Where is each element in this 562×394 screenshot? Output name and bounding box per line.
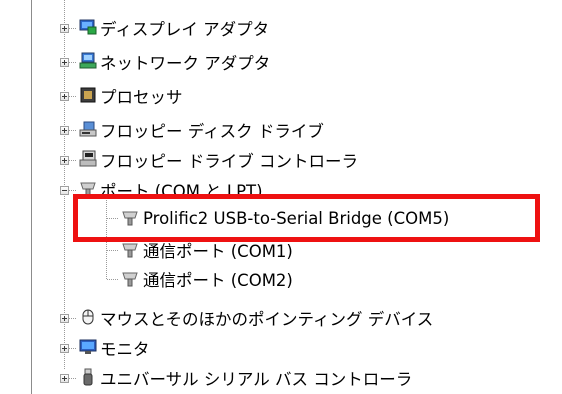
tree-connector xyxy=(69,130,77,131)
tree-connector xyxy=(69,190,77,191)
tree-connector xyxy=(69,96,77,97)
tree-connector xyxy=(69,160,77,161)
tree-item-label[interactable]: フロッピー ディスク ドライブ xyxy=(100,118,324,142)
expand-toggle[interactable] xyxy=(60,156,69,165)
tree-connector xyxy=(69,28,77,29)
expand-toggle[interactable] xyxy=(60,344,69,353)
floppy-disk-drive-icon xyxy=(79,120,97,138)
collapse-toggle[interactable] xyxy=(60,186,69,195)
expand-toggle[interactable] xyxy=(60,92,69,101)
floppy-controller-icon xyxy=(79,150,97,168)
tree-item-label[interactable]: ユニバーサル シリアル バス コントローラ xyxy=(100,366,412,390)
expand-toggle[interactable] xyxy=(60,374,69,383)
tree-connector xyxy=(69,348,77,349)
display-adapter-icon xyxy=(79,18,97,36)
expand-toggle[interactable] xyxy=(60,58,69,67)
tree-item-label[interactable]: マウスとそのほかのポインティング デバイス xyxy=(100,306,433,330)
mouse-icon xyxy=(79,308,97,326)
processor-icon xyxy=(79,86,97,104)
tree-item-label[interactable]: モニタ xyxy=(100,336,150,360)
network-adapter-icon xyxy=(79,52,97,70)
expand-toggle[interactable] xyxy=(60,314,69,323)
tree-item-label[interactable]: ネットワーク アダプタ xyxy=(100,50,270,74)
tree-item-label[interactable]: 通信ポート (COM2) xyxy=(143,267,293,291)
usb-icon xyxy=(79,368,97,386)
tree-connector xyxy=(69,62,77,63)
tree-item-label[interactable]: ディスプレイ アダプタ xyxy=(100,16,269,40)
expand-toggle[interactable] xyxy=(60,24,69,33)
highlight-annotation-box xyxy=(73,194,540,242)
expand-toggle[interactable] xyxy=(60,126,69,135)
port-icon xyxy=(121,241,139,259)
port-icon xyxy=(121,270,139,288)
tree-item-label[interactable]: フロッピー ドライブ コントローラ xyxy=(100,148,358,172)
tree-connector xyxy=(107,279,119,280)
tree-item-label[interactable]: プロセッサ xyxy=(100,84,183,108)
tree-connector xyxy=(107,250,119,251)
monitor-icon xyxy=(79,338,97,356)
device-tree: ディスプレイ アダプタ ネットワーク アダプタ プロセッサ フロッピー ディスク… xyxy=(0,0,562,394)
tree-connector xyxy=(69,318,77,319)
tree-connector xyxy=(69,378,77,379)
